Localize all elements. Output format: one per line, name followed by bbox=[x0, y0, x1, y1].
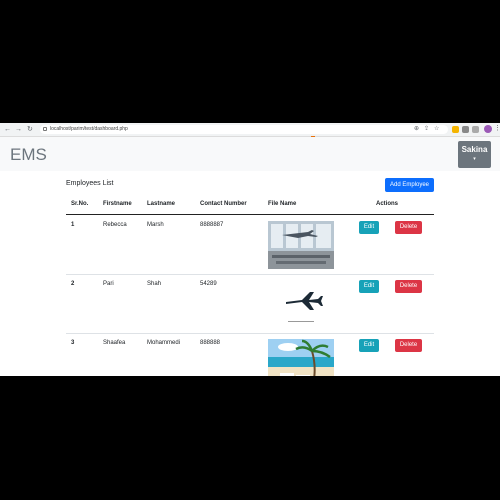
menu-icon[interactable]: ⋮ bbox=[494, 124, 500, 132]
browser-window: ← → ↻ localhost/parim/test/dashboard.php… bbox=[0, 123, 500, 376]
table-header: Sr.No. Firstname Lastname Contact Number… bbox=[66, 198, 434, 215]
airport-terminal-image bbox=[268, 221, 334, 269]
extension-icon[interactable] bbox=[462, 126, 469, 133]
column-header: Sr.No. bbox=[71, 201, 89, 207]
contact-number: 888888 bbox=[200, 340, 221, 346]
delete-button[interactable]: Delete bbox=[395, 339, 422, 352]
sr-number: 2 bbox=[71, 281, 75, 287]
add-employee-button[interactable]: Add Employee bbox=[385, 178, 434, 192]
extension-pencil-icon[interactable] bbox=[452, 126, 459, 133]
edit-button[interactable]: Edit bbox=[359, 280, 379, 293]
info-icon[interactable] bbox=[43, 127, 47, 131]
share-icon[interactable]: ⇪ bbox=[424, 126, 429, 133]
column-header: Contact Number bbox=[200, 201, 247, 207]
airplane-icon-image bbox=[268, 280, 334, 328]
url-text: localhost/parim/test/dashboard.php bbox=[50, 126, 128, 132]
edit-button[interactable]: Edit bbox=[359, 339, 379, 352]
browser-toolbar: ← → ↻ localhost/parim/test/dashboard.php… bbox=[0, 123, 500, 137]
caret-down-icon: ▾ bbox=[473, 156, 476, 162]
lastname: Mohammedi bbox=[147, 340, 181, 346]
delete-button[interactable]: Delete bbox=[395, 221, 422, 234]
brand-logo[interactable]: EMS bbox=[10, 145, 47, 165]
extensions-puzzle-icon[interactable] bbox=[472, 126, 479, 133]
contact-number: 8888887 bbox=[200, 222, 224, 228]
address-bar[interactable]: localhost/parim/test/dashboard.php ⊕ ⇪ ☆ bbox=[40, 125, 448, 134]
profile-avatar[interactable] bbox=[484, 125, 492, 133]
column-header: Firstname bbox=[103, 201, 132, 207]
user-dropdown-button[interactable]: Sakina ▾ bbox=[458, 141, 491, 168]
firstname: Shaafea bbox=[103, 340, 126, 346]
lastname: Shah bbox=[147, 281, 162, 287]
table-row: 3 Shaafea Mohammedi 888888 Edit Delete bbox=[66, 333, 434, 376]
forward-icon[interactable]: → bbox=[15, 125, 22, 134]
bookmark-star-icon[interactable]: ☆ bbox=[434, 126, 439, 133]
edit-button[interactable]: Edit bbox=[359, 221, 379, 234]
translate-icon[interactable]: ⊕ bbox=[414, 126, 419, 133]
column-header: Actions bbox=[376, 201, 399, 207]
firstname: Rebecca bbox=[103, 222, 127, 228]
firstname: Pari bbox=[103, 281, 114, 287]
sr-number: 3 bbox=[71, 340, 75, 346]
contact-number: 54289 bbox=[200, 281, 217, 287]
delete-button[interactable]: Delete bbox=[395, 280, 422, 293]
beach-image bbox=[268, 339, 334, 376]
column-header: Lastname bbox=[147, 201, 176, 207]
back-icon[interactable]: ← bbox=[4, 125, 11, 134]
navbar: EMS Sakina ▾ bbox=[0, 137, 500, 171]
table-row: 1 Rebecca Marsh 8888887 Edit Delete bbox=[66, 215, 434, 275]
sr-number: 1 bbox=[71, 222, 75, 228]
page-title: Employees List bbox=[66, 180, 114, 187]
lastname: Marsh bbox=[147, 222, 164, 228]
table-row: 2 Pari Shah 54289 Edit Delete bbox=[66, 274, 434, 334]
reload-icon[interactable]: ↻ bbox=[27, 125, 33, 134]
column-header: File Name bbox=[268, 201, 297, 207]
user-name: Sakina bbox=[461, 145, 488, 154]
